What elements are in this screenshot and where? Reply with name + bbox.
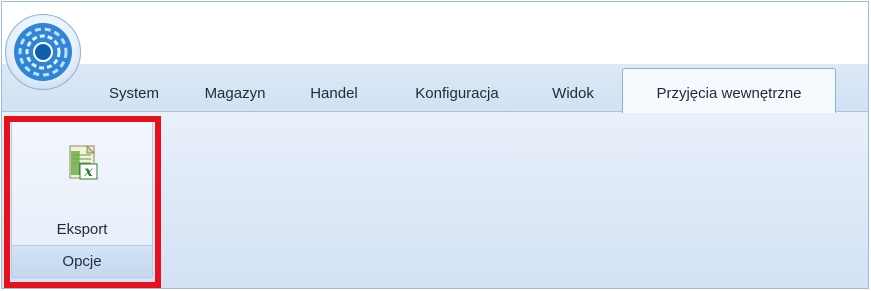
app-menu-orb[interactable]	[5, 14, 81, 90]
tab-handel[interactable]: Handel	[294, 78, 374, 112]
highlight-frame	[4, 116, 161, 288]
title-bar	[2, 2, 868, 64]
tab-magazyn[interactable]: Magazyn	[190, 78, 280, 112]
tab-system[interactable]: System	[88, 78, 180, 112]
app-logo-icon	[14, 23, 72, 81]
ribbon-tab-strip: System Magazyn Handel Konfiguracja Widok…	[2, 64, 868, 113]
tab-przyjecia-wewnetrzne[interactable]: Przyjęcia wewnętrzne	[622, 68, 836, 113]
tab-widok[interactable]: Widok	[536, 78, 610, 112]
tab-konfiguracja[interactable]: Konfiguracja	[392, 78, 522, 112]
